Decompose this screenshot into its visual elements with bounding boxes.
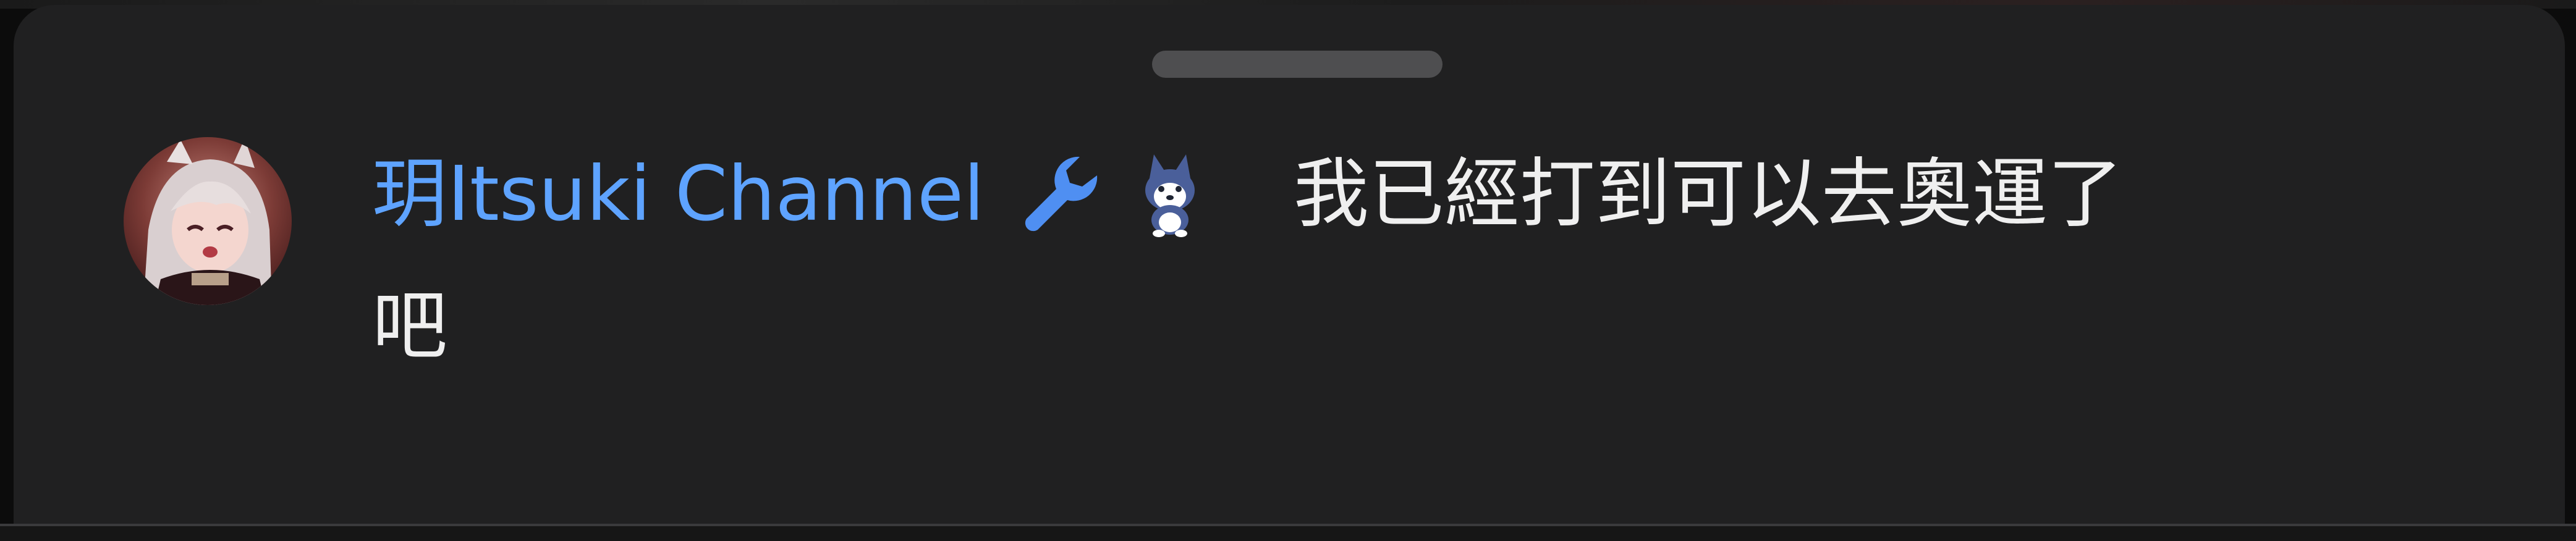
sheet-drag-handle[interactable] bbox=[1152, 51, 1443, 78]
comment-bottom-sheet: 玥Itsuki Channel 我已經打到可以去奧運了 吧 bbox=[14, 5, 2565, 524]
live-chat-screen: 玥Itsuki Channel 我已經打到可以去奧運了 吧 bbox=[0, 0, 2576, 541]
avatar[interactable] bbox=[124, 137, 292, 305]
author-name[interactable]: 玥Itsuki Channel bbox=[372, 151, 985, 237]
husky-sticker-icon bbox=[1145, 154, 1195, 237]
comment-message: 我已經打到可以去奧運了 bbox=[1293, 150, 2123, 238]
background-bottom-edge bbox=[0, 526, 2576, 541]
chat-comment: 玥Itsuki Channel 我已經打到可以去奧運了 吧 bbox=[372, 151, 2498, 410]
wrench-icon bbox=[1025, 156, 1098, 232]
comment-first-line: 玥Itsuki Channel 我已經打到可以去奧運了 bbox=[372, 151, 2123, 237]
avatar-image bbox=[124, 137, 292, 305]
comment-message-continued: 吧 bbox=[372, 282, 447, 370]
